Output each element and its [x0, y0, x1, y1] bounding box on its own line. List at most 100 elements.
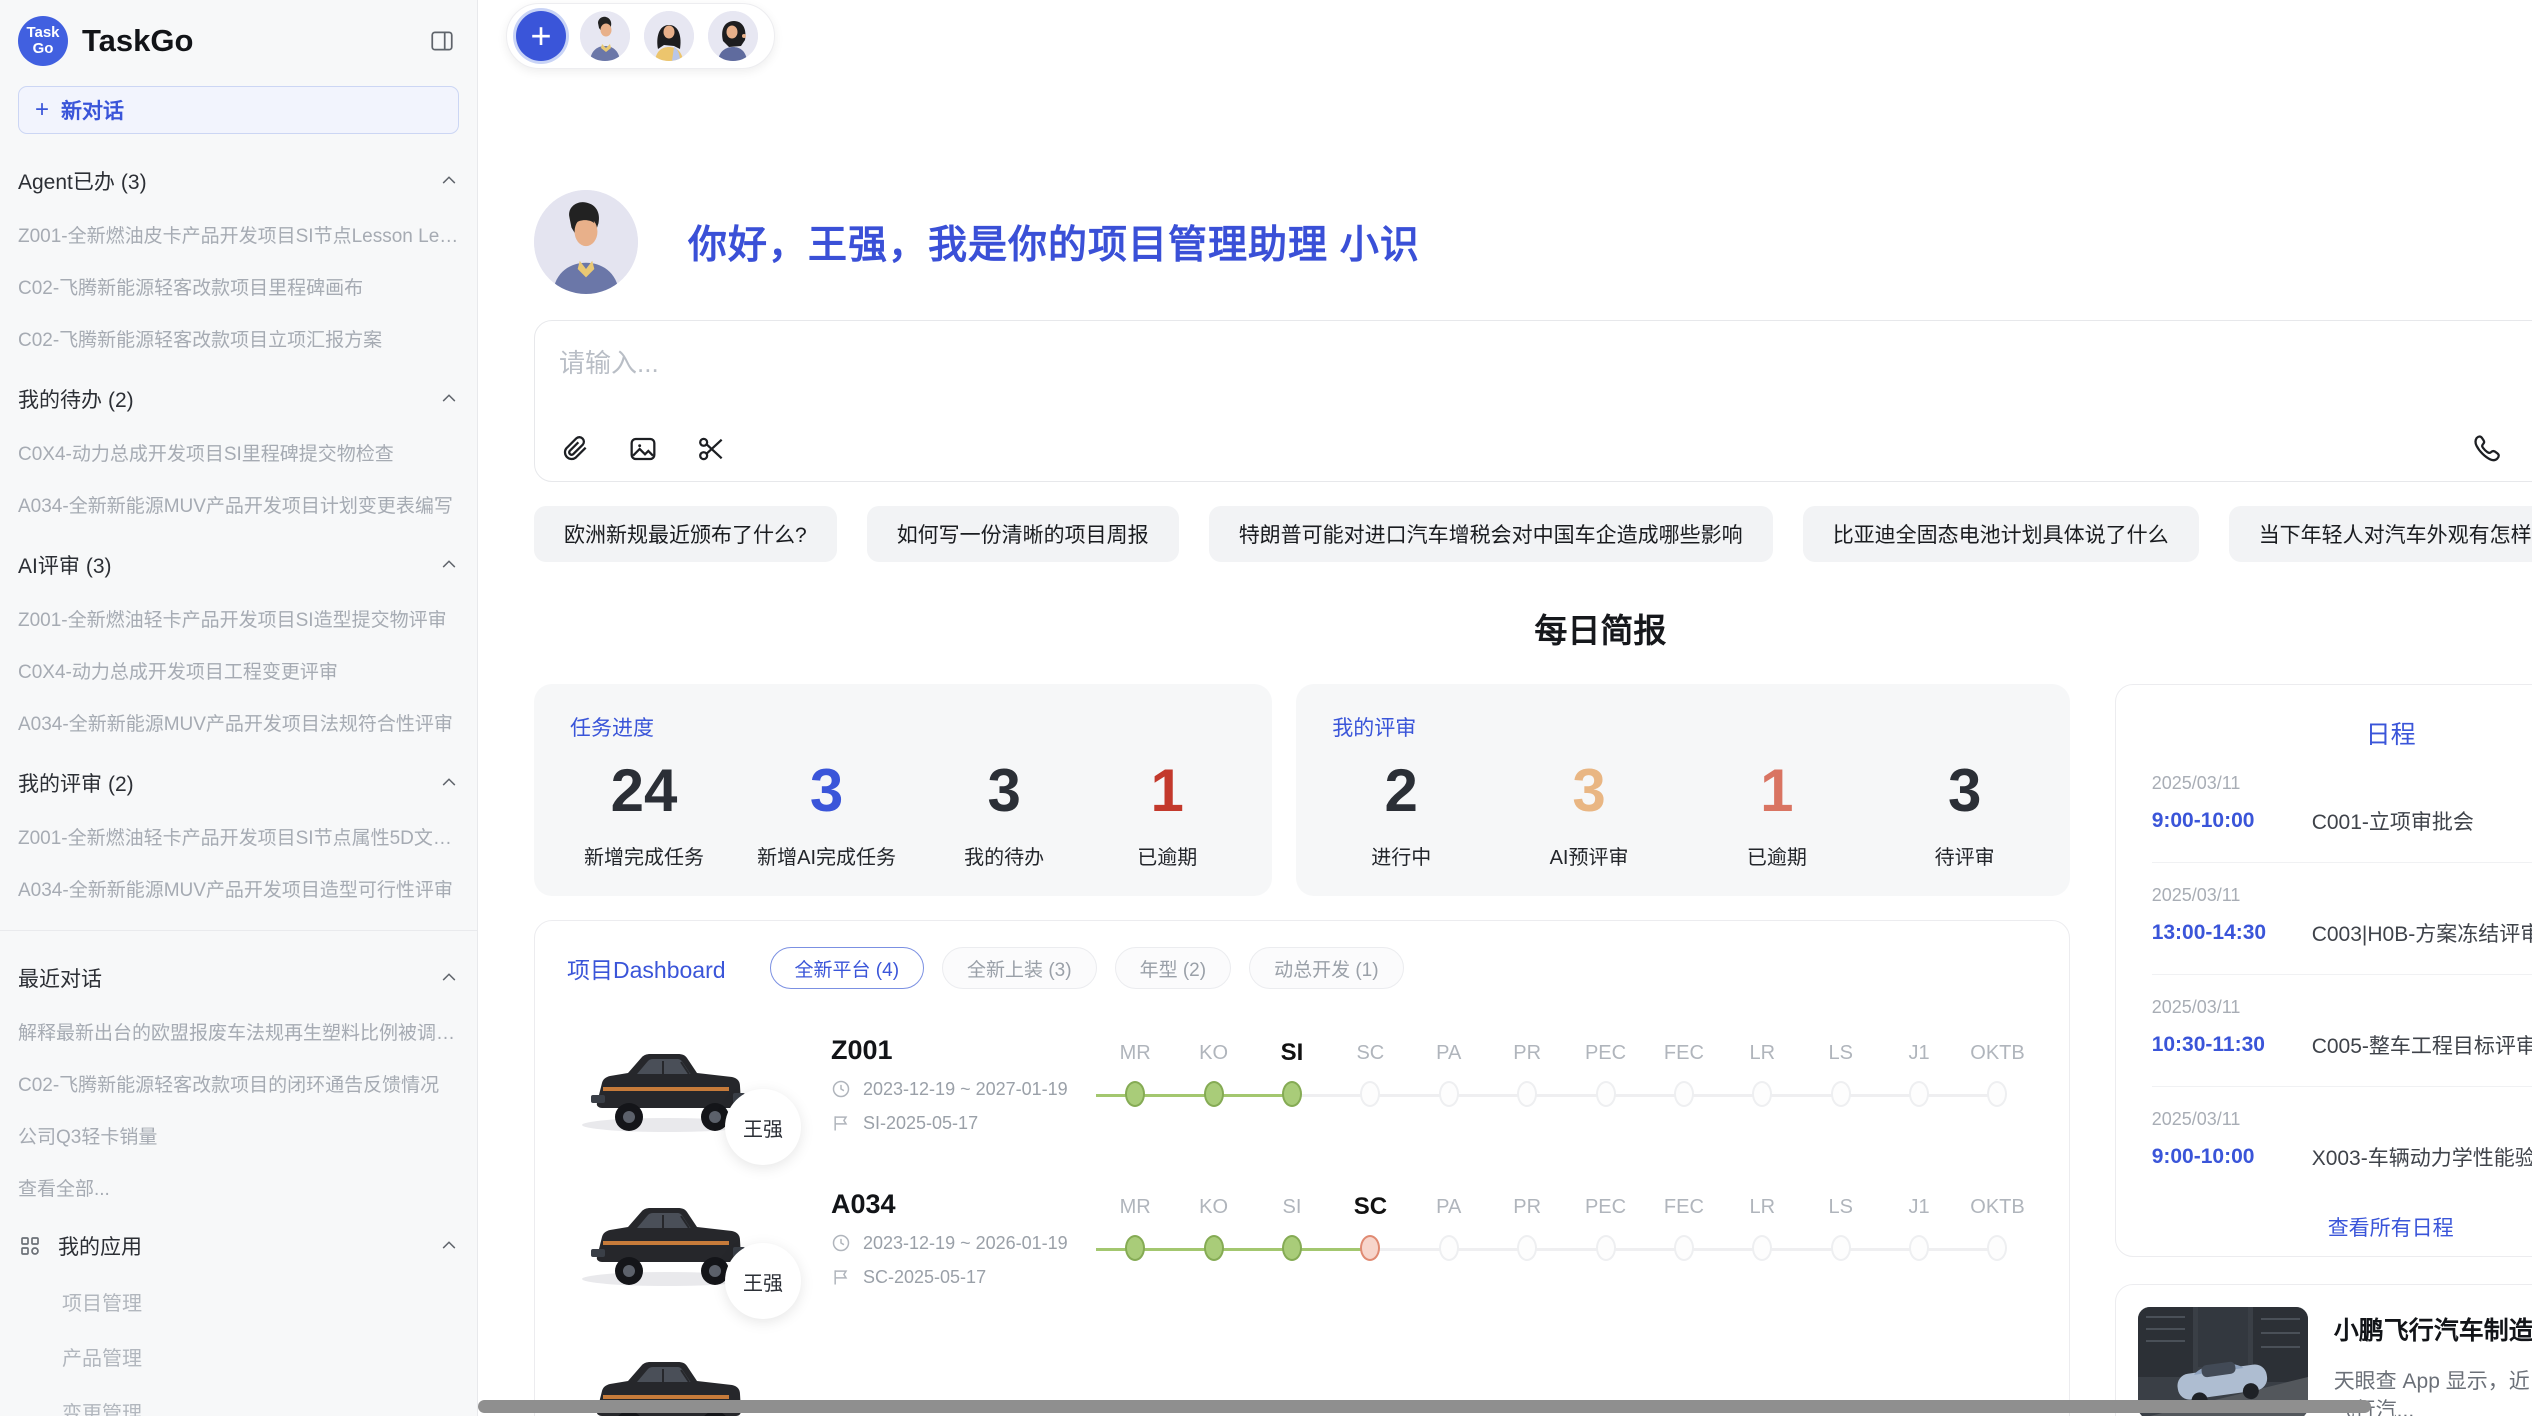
- agent-avatar-3[interactable]: [708, 11, 758, 61]
- new-chat-button[interactable]: + 新对话: [18, 86, 459, 134]
- dashboard-tab[interactable]: 全新平台 (4): [770, 947, 925, 989]
- milestone-node: [1831, 1235, 1851, 1261]
- milestone: PA: [1410, 1190, 1488, 1286]
- recent-conversation-item[interactable]: 公司Q3轻卡销量: [18, 1122, 459, 1149]
- sidebar-item-my-apps[interactable]: 我的应用: [18, 1231, 459, 1261]
- project-code: A034: [831, 1189, 1096, 1220]
- add-agent-button[interactable]: +: [516, 11, 566, 61]
- milestone-label: J1: [1880, 1036, 1958, 1070]
- sidebar-item[interactable]: C0X4-动力总成开发项目SI里程碑提交物检查: [18, 439, 459, 466]
- milestone-node: [1909, 1235, 1929, 1261]
- sidebar-item[interactable]: Z001-全新燃油轻卡产品开发项目SI造型提交物评审: [18, 605, 459, 632]
- suggestion-chip[interactable]: 比亚迪全固态电池计划具体说了什么: [1803, 506, 2199, 562]
- app-item[interactable]: 变更管理: [18, 1397, 459, 1416]
- agent-avatar-1[interactable]: [580, 11, 630, 61]
- dashboard-tab[interactable]: 全新上装 (3): [942, 947, 1097, 989]
- stat-value: 1: [1112, 756, 1222, 825]
- sidebar-section-header[interactable]: Agent已办(3): [18, 166, 459, 196]
- milestone-timeline: MRKOSISCPAPRPECFECLRLSJ1OKTB: [1096, 1036, 2037, 1132]
- stat-card: 我的评审2进行中3AI预评审1已逾期3待评审: [1296, 684, 2069, 896]
- project-dates: 2023-12-19 ~ 2026-01-19: [863, 1233, 1068, 1254]
- sidebar-item[interactable]: C0X4-动力总成开发项目工程变更评审: [18, 657, 459, 684]
- chat-input[interactable]: [559, 343, 2050, 393]
- sidebar-section-header[interactable]: 我的待办(2): [18, 384, 459, 414]
- stat-label: 新增完成任务: [584, 841, 704, 870]
- milestone: KO: [1174, 1190, 1252, 1286]
- recent-conversations: 最近对话解释最新出台的欧盟报废车法规再生塑料比例被调至15%... C02-飞腾新…: [18, 963, 459, 1201]
- recent-conversation-item[interactable]: C02-飞腾新能源轻客改款项目的闭环通告反馈情况: [18, 1070, 459, 1097]
- milestone-node: [1987, 1081, 2007, 1107]
- milestone: LS: [1802, 1190, 1880, 1286]
- dashboard-tab[interactable]: 动总开发 (1): [1249, 947, 1404, 989]
- schedule-time: 10:30-11:30: [2152, 1033, 2312, 1057]
- project-row[interactable]: 王强 Z001 2023-12-19 ~ 2027-01-19 SI-2025-…: [567, 1025, 2037, 1143]
- milestone-label: MR: [1096, 1036, 1174, 1070]
- image-icon[interactable]: [627, 433, 659, 465]
- milestone-node: [1125, 1235, 1145, 1261]
- content: 你好，王强，我是你的项目管理助理 小识 欧洲新规最近颁布了什么? 如何写一份清晰的…: [478, 72, 2532, 1416]
- sidebar-item[interactable]: C02-飞腾新能源轻客改款项目立项汇报方案: [18, 325, 459, 352]
- view-all-schedule-link[interactable]: 查看所有日程: [2152, 1212, 2532, 1242]
- suggestion-chip[interactable]: 特朗普可能对进口汽车增税会对中国车企造成哪些影响: [1209, 506, 1773, 562]
- project-milestone-flag: SC-2025-05-17: [863, 1267, 986, 1288]
- stat: 3我的待办: [949, 756, 1059, 870]
- stat-value: 3: [1534, 756, 1644, 825]
- milestone-node: [1125, 1081, 1145, 1107]
- sidebar-section-header[interactable]: 我的评审(2): [18, 768, 459, 798]
- milestone-label: PA: [1410, 1190, 1488, 1224]
- attachment-icon[interactable]: [559, 433, 591, 465]
- project-row[interactable]: 王强 A034 2023-12-19 ~ 2026-01-19 SC-2025-…: [567, 1179, 2037, 1297]
- schedule-date: 2025/03/11: [2152, 773, 2532, 794]
- suggestion-chip[interactable]: 当下年轻人对汽车外观有怎样的喜好趋势: [2229, 506, 2532, 562]
- greeting-block: 你好，王强，我是你的项目管理助理 小识: [534, 190, 2532, 294]
- sidebar-item[interactable]: A034-全新新能源MUV产品开发项目计划变更表编写: [18, 491, 459, 518]
- suggestion-chip[interactable]: 如何写一份清晰的项目周报: [867, 506, 1179, 562]
- stat-label: 已逾期: [1112, 841, 1222, 870]
- milestone: KO: [1174, 1036, 1252, 1132]
- plus-icon: +: [35, 96, 49, 124]
- milestone: J1: [1880, 1190, 1958, 1286]
- sidebar-item[interactable]: Z001-全新燃油皮卡产品开发项目SI节点Lesson Learn报告: [18, 221, 459, 248]
- app-item[interactable]: 项目管理: [18, 1287, 459, 1316]
- milestone: MR: [1096, 1190, 1174, 1286]
- news-title: 小鹏飞行汽车制造公司增资: [2334, 1311, 2532, 1347]
- scissors-icon[interactable]: [695, 433, 727, 465]
- milestone-node: [1204, 1081, 1224, 1107]
- stat: 24新增完成任务: [584, 756, 704, 870]
- sidebar-item[interactable]: A034-全新新能源MUV产品开发项目法规符合性评审: [18, 709, 459, 736]
- chevron-up-icon: [439, 555, 459, 575]
- news-card[interactable]: 小鹏飞行汽车制造公司增资 天眼查 App 显示，近日广州汇天飞行汽...: [2115, 1284, 2532, 1416]
- milestone: SC: [1331, 1036, 1409, 1132]
- milestone-node: [1752, 1235, 1772, 1261]
- chevron-up-icon: [439, 773, 459, 793]
- stat-label: 进行中: [1346, 841, 1456, 870]
- sidebar-item[interactable]: Z001-全新燃油轻卡产品开发项目SI节点属性5D文件评审: [18, 823, 459, 850]
- sidebar-item[interactable]: C02-飞腾新能源轻客改款项目里程碑画布: [18, 273, 459, 300]
- suggestion-chip[interactable]: 欧洲新规最近颁布了什么?: [534, 506, 837, 562]
- dashboard-tabs: 全新平台 (4) 全新上装 (3) 年型 (2) 动总开发 (1): [770, 947, 1404, 989]
- milestone-label: SI: [1253, 1190, 1331, 1224]
- voice-call-icon[interactable]: [2470, 432, 2502, 464]
- agent-avatar-2[interactable]: [644, 11, 694, 61]
- dashboard-tab[interactable]: 年型 (2): [1115, 947, 1232, 989]
- milestone-node: [1204, 1235, 1224, 1261]
- milestone: MR: [1096, 1036, 1174, 1132]
- sidebar-sections: Agent已办(3) Z001-全新燃油皮卡产品开发项目SI节点Lesson Le…: [18, 166, 459, 902]
- taskgo-logo: Task Go: [18, 16, 68, 66]
- milestone-label: LR: [1723, 1036, 1801, 1070]
- milestone-label: OKTB: [1958, 1036, 2036, 1070]
- milestone-label: SI: [1253, 1036, 1331, 1070]
- schedule-date: 2025/03/11: [2152, 885, 2532, 906]
- app-item[interactable]: 产品管理: [18, 1342, 459, 1371]
- recent-conversation-item[interactable]: 查看全部...: [18, 1174, 459, 1201]
- sidebar-item[interactable]: A034-全新新能源MUV产品开发项目造型可行性评审: [18, 875, 459, 902]
- horizontal-scrollbar[interactable]: [478, 1400, 2371, 1413]
- recent-conversation-item[interactable]: 解释最新出台的欧盟报废车法规再生塑料比例被调至15%...: [18, 1018, 459, 1045]
- milestone-label: SC: [1331, 1190, 1409, 1224]
- sidebar-section-header[interactable]: AI评审(3): [18, 550, 459, 580]
- schedule-item: 2025/03/11 10:30-11:30 C005-整车工程目标评审 加入: [2152, 975, 2532, 1087]
- recent-section-header[interactable]: 最近对话: [18, 963, 459, 993]
- section-title: 最近对话: [18, 963, 439, 993]
- milestone-node: [1360, 1235, 1380, 1261]
- sidebar-collapse-icon[interactable]: [425, 24, 459, 58]
